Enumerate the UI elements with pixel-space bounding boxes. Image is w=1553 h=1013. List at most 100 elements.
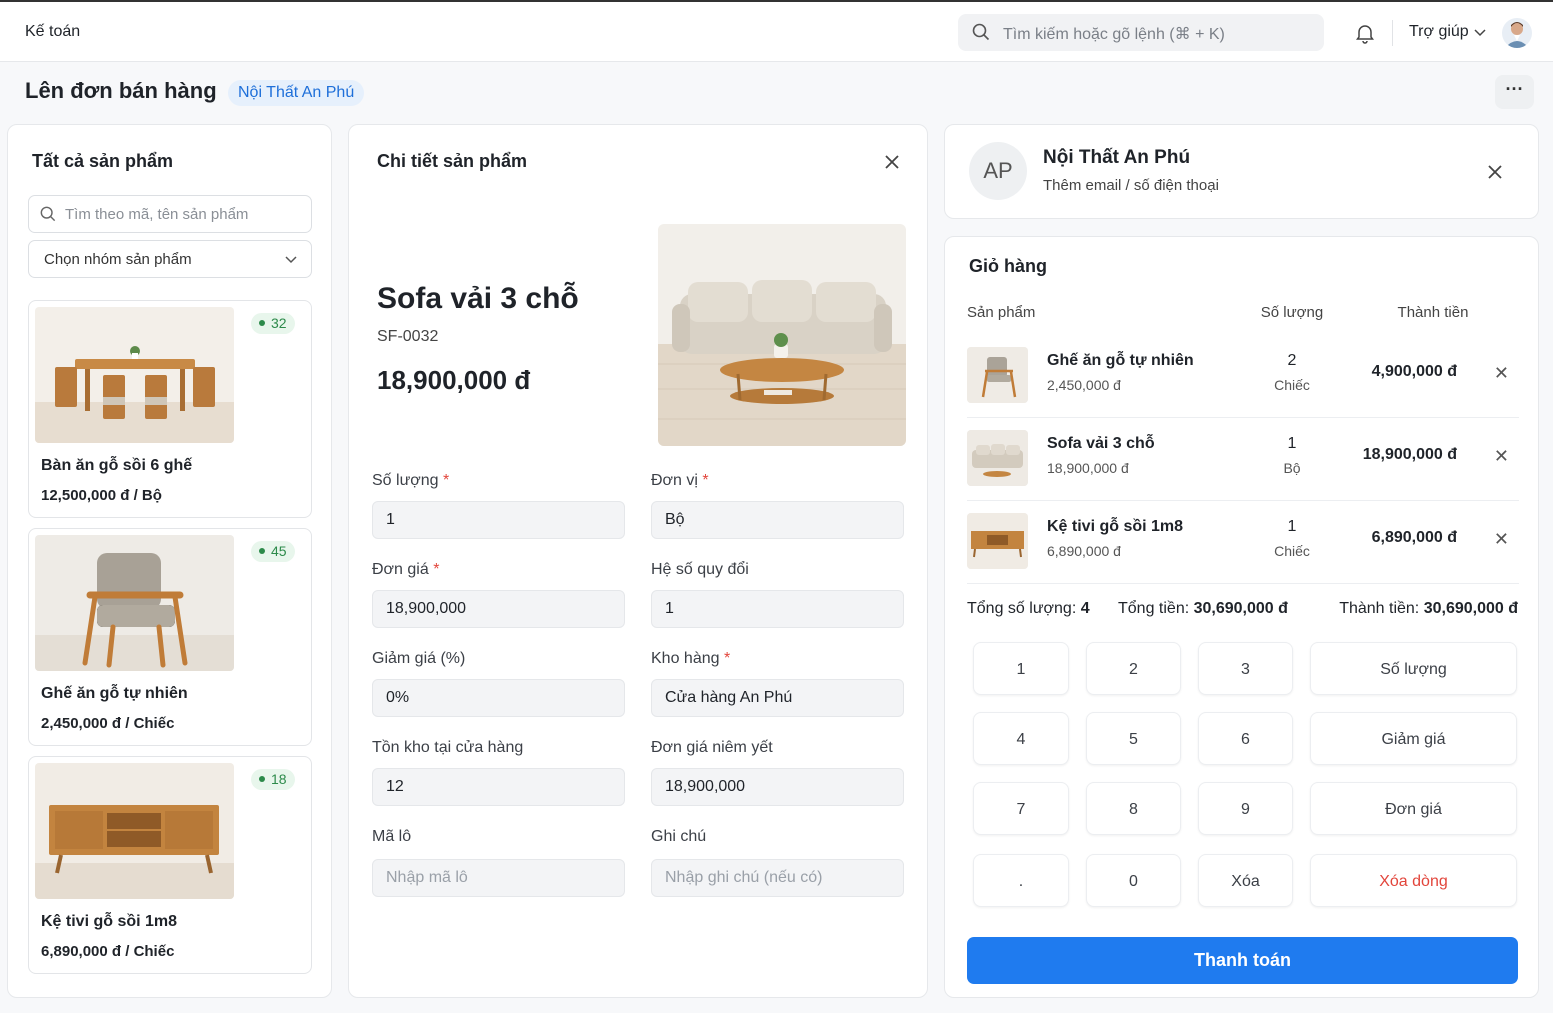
keypad-6[interactable]: 6	[1198, 712, 1293, 765]
cart-item-unit: Chiếc	[1274, 543, 1310, 559]
product-search-input[interactable]: Tìm theo mã, tên sản phẩm	[28, 195, 312, 233]
keypad-dot[interactable]: .	[973, 854, 1069, 907]
customer-name[interactable]: Nội Thất An Phú	[1043, 147, 1190, 169]
summary-total: Thành tiền: 30,690,000 đ	[1339, 600, 1518, 617]
stock-input[interactable]: 12	[372, 768, 625, 806]
keypad-5[interactable]: 5	[1086, 712, 1181, 765]
product-search-placeholder: Tìm theo mã, tên sản phẩm	[65, 206, 249, 223]
stock-badge: 18	[251, 769, 295, 790]
cart-panel: Giỏ hàng Sản phẩm Số lượng Thành tiền Gh…	[944, 236, 1539, 998]
customer-contact-link[interactable]: Thêm email / số điện thoại	[1043, 177, 1219, 194]
product-card[interactable]: 45 Ghế ăn gỗ tự nhiên 2,450,000 đ / Chiế…	[28, 528, 312, 746]
cart-item-image	[967, 513, 1028, 569]
detail-product-name: Sofa vải 3 chỗ	[377, 282, 579, 315]
detail-price: 18,900,000 đ	[377, 365, 531, 395]
product-image-dining-table	[35, 307, 234, 443]
stock-badge: 32	[251, 313, 295, 334]
list-price-label: Đơn giá niêm yết	[651, 739, 773, 756]
product-card[interactable]: 32 Bàn ăn gỗ sồi 6 ghế 12,500,000 đ / Bộ	[28, 300, 312, 518]
keypad-price-mode[interactable]: Đơn giá	[1310, 782, 1517, 835]
product-price: 2,450,000 đ / Chiếc	[41, 715, 175, 732]
checkout-button[interactable]: Thanh toán	[967, 937, 1518, 984]
stock-badge: 45	[251, 541, 295, 562]
search-icon	[40, 206, 56, 222]
summary-sum: Tổng tiền: 30,690,000 đ	[1118, 600, 1288, 617]
keypad-7[interactable]: 7	[973, 782, 1069, 835]
product-image-tv-stand	[35, 763, 234, 899]
cart-row[interactable]: Ghế ăn gỗ tự nhiên 2,450,000 đ 2 Chiếc 4…	[967, 335, 1519, 418]
list-price-input[interactable]: 18,900,000	[651, 768, 904, 806]
stock-label: Tồn kho tại cửa hàng	[372, 739, 524, 756]
keypad-3[interactable]: 3	[1198, 642, 1293, 695]
keypad-discount-mode[interactable]: Giảm giá	[1310, 712, 1517, 765]
product-list-panel: Tất cả sản phẩm Tìm theo mã, tên sản phẩ…	[7, 124, 332, 998]
keypad-8[interactable]: 8	[1086, 782, 1181, 835]
cart-item-unit: Bộ	[1283, 460, 1301, 476]
keypad-qty-mode[interactable]: Số lượng	[1310, 642, 1517, 695]
note-input[interactable]: Nhập ghi chú (nếu có)	[651, 859, 904, 897]
cart-item-name: Sofa vải 3 chỗ	[1047, 435, 1155, 452]
cart-item-price: 6,890,000 đ	[1047, 543, 1121, 559]
global-search-input[interactable]: Tìm kiếm hoặc gõ lệnh (⌘ + K)	[958, 14, 1324, 51]
product-price: 12,500,000 đ / Bộ	[41, 487, 162, 504]
unit-price-input[interactable]: 18,900,000	[372, 590, 625, 628]
product-image-armchair	[35, 535, 234, 671]
chevron-down-icon[interactable]	[1474, 29, 1486, 37]
app-title[interactable]: Kế toán	[25, 23, 80, 41]
qty-input[interactable]: 1	[372, 501, 625, 539]
cart-header-total: Thành tiền	[1397, 304, 1469, 321]
warehouse-input[interactable]: Cửa hàng An Phú	[651, 679, 904, 717]
cart-row[interactable]: Sofa vải 3 chỗ 18,900,000 đ 1 Bộ 18,900,…	[967, 418, 1519, 501]
cart-header-qty: Số lượng	[1260, 304, 1324, 321]
cart-item-qty[interactable]: 2	[1252, 352, 1332, 370]
help-menu[interactable]: Trợ giúp	[1409, 23, 1469, 41]
cart-item-price: 18,900,000 đ	[1047, 460, 1129, 476]
cart-row[interactable]: Kệ tivi gỗ sồi 1m8 6,890,000 đ 1 Chiếc 6…	[967, 501, 1519, 584]
user-avatar[interactable]	[1502, 18, 1532, 48]
factor-input[interactable]: 1	[651, 590, 904, 628]
keypad-1[interactable]: 1	[973, 642, 1069, 695]
close-icon[interactable]	[1488, 165, 1502, 179]
keypad-delete-row[interactable]: Xóa dòng	[1310, 854, 1517, 907]
cart-item-image	[967, 347, 1028, 403]
product-name: Kệ tivi gỗ sồi 1m8	[41, 913, 178, 930]
more-options-button[interactable]: ···	[1495, 75, 1534, 109]
keypad-backspace[interactable]: Xóa	[1198, 854, 1293, 907]
cart-item-name: Kệ tivi gỗ sồi 1m8	[1047, 518, 1184, 535]
cart-item-image	[967, 430, 1028, 486]
chevron-down-icon	[285, 256, 297, 264]
cart-title: Giỏ hàng	[969, 256, 1047, 276]
cart-item-total: 6,890,000 đ	[1371, 529, 1457, 546]
cart-item-total: 4,900,000 đ	[1371, 363, 1457, 380]
lot-label: Mã lô	[372, 828, 412, 845]
top-bar: Kế toán Tìm kiếm hoặc gõ lệnh (⌘ + K) Tr…	[0, 0, 1553, 62]
keypad-9[interactable]: 9	[1198, 782, 1293, 835]
unit-input[interactable]: Bộ	[651, 501, 904, 539]
keypad-2[interactable]: 2	[1086, 642, 1181, 695]
factor-label: Hệ số quy đổi	[651, 561, 749, 578]
remove-item-icon[interactable]: ✕	[1494, 446, 1509, 467]
product-price: 6,890,000 đ / Chiếc	[41, 943, 175, 960]
bell-icon[interactable]	[1354, 22, 1376, 44]
product-group-select[interactable]: Chọn nhóm sản phẩm	[28, 240, 312, 278]
close-icon[interactable]	[885, 155, 899, 169]
note-label: Ghi chú	[651, 828, 707, 845]
cart-item-qty[interactable]: 1	[1252, 435, 1332, 453]
product-detail-panel: Chi tiết sản phẩm Sofa vải 3 chỗ SF-0032…	[348, 124, 928, 998]
discount-input[interactable]: 0%	[372, 679, 625, 717]
unit-price-label: Đơn giá *	[372, 561, 440, 578]
warehouse-label: Kho hàng *	[651, 650, 731, 667]
remove-item-icon[interactable]: ✕	[1494, 529, 1509, 550]
cart-item-qty[interactable]: 1	[1252, 518, 1332, 536]
product-name: Ghế ăn gỗ tự nhiên	[41, 685, 188, 702]
remove-item-icon[interactable]: ✕	[1494, 363, 1509, 384]
global-search-placeholder: Tìm kiếm hoặc gõ lệnh (⌘ + K)	[1003, 26, 1225, 43]
product-card[interactable]: 18 Kệ tivi gỗ sồi 1m8 6,890,000 đ / Chiế…	[28, 756, 312, 974]
keypad-4[interactable]: 4	[973, 712, 1069, 765]
keypad-0[interactable]: 0	[1086, 854, 1181, 907]
lot-input[interactable]: Nhập mã lô	[372, 859, 625, 897]
customer-panel: AP Nội Thất An Phú Thêm email / số điện …	[944, 124, 1539, 219]
customer-tag: Nội Thất An Phú	[228, 80, 365, 106]
cart-item-name: Ghế ăn gỗ tự nhiên	[1047, 352, 1194, 369]
cart-item-unit: Chiếc	[1274, 377, 1310, 393]
